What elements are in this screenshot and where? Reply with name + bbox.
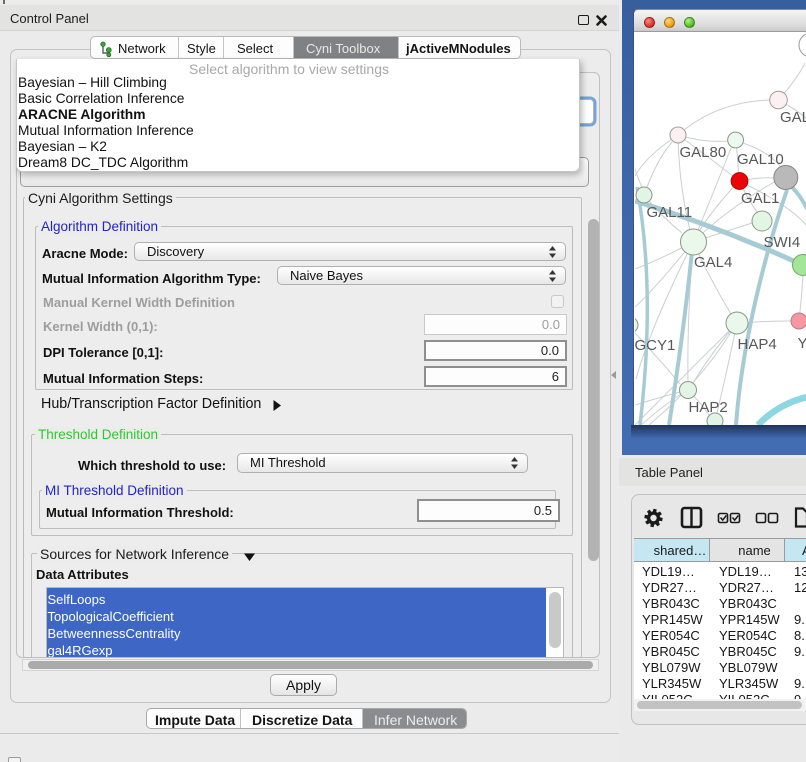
svg-text:GAL80: GAL80 bbox=[680, 144, 727, 161]
svg-text:GAL11: GAL11 bbox=[647, 204, 693, 221]
svg-text:GAL1: GAL1 bbox=[741, 190, 779, 207]
svg-text:GCY1: GCY1 bbox=[635, 337, 675, 354]
svg-text:HAP4: HAP4 bbox=[738, 336, 777, 353]
svg-text:GAL4: GAL4 bbox=[694, 254, 732, 271]
svg-text:Y: Y bbox=[798, 335, 806, 352]
svg-text:GAL7: GAL7 bbox=[780, 109, 806, 126]
svg-text:GAL10: GAL10 bbox=[737, 151, 784, 168]
svg-text:HAP2: HAP2 bbox=[689, 399, 728, 416]
svg-text:SWI4: SWI4 bbox=[764, 234, 801, 251]
